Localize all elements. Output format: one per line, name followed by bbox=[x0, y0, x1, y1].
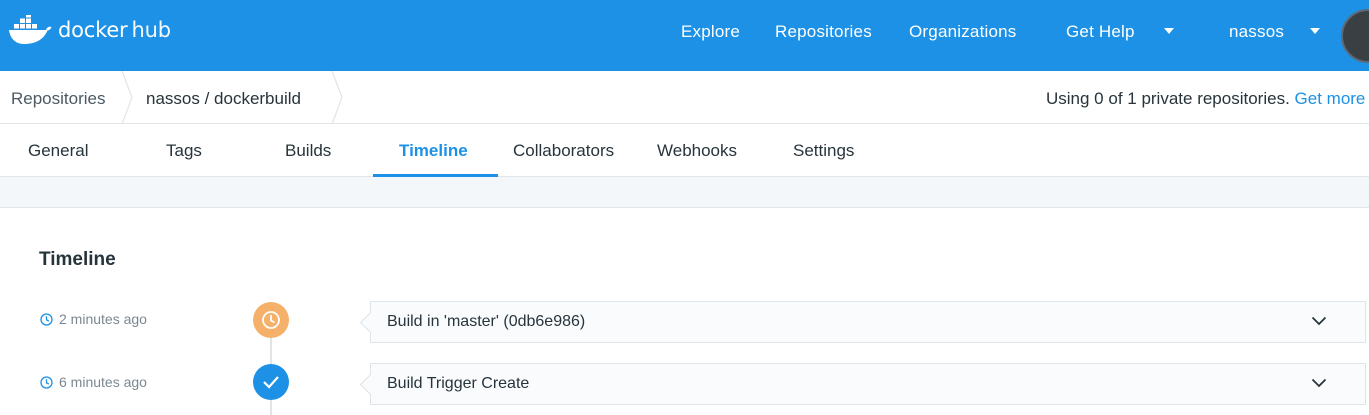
private-repo-usage: Using 0 of 1 private repositories. Get m… bbox=[1046, 89, 1365, 109]
event-status-success bbox=[253, 364, 289, 400]
clock-icon bbox=[262, 311, 280, 329]
nav-repositories[interactable]: Repositories bbox=[775, 22, 872, 42]
breadcrumb-repositories[interactable]: Repositories bbox=[11, 89, 106, 109]
event-time: 2 minutes ago bbox=[40, 311, 147, 327]
top-navbar: docker hub Explore Repositories Organizat… bbox=[0, 0, 1369, 71]
logo-text: docker hub bbox=[58, 18, 171, 42]
tab-general[interactable]: General bbox=[28, 141, 88, 161]
nav-organizations[interactable]: Organizations bbox=[909, 22, 1017, 42]
clock-icon bbox=[40, 312, 53, 326]
breadcrumb-current-repo: nassos / dockerbuild bbox=[146, 89, 301, 108]
get-help-chevron-down-icon[interactable] bbox=[1164, 28, 1174, 34]
event-card[interactable]: Build Trigger Create bbox=[370, 363, 1366, 405]
check-icon bbox=[263, 376, 279, 389]
tab-webhooks[interactable]: Webhooks bbox=[657, 141, 737, 161]
tab-settings[interactable]: Settings bbox=[793, 141, 854, 161]
event-status-pending bbox=[253, 302, 289, 338]
event-time-text: 2 minutes ago bbox=[59, 311, 147, 327]
section-title: Timeline bbox=[39, 249, 116, 270]
tab-tags[interactable]: Tags bbox=[166, 141, 202, 161]
nav-get-help[interactable]: Get Help bbox=[1066, 22, 1135, 42]
avatar[interactable] bbox=[1341, 9, 1369, 63]
nav-explore[interactable]: Explore bbox=[681, 22, 740, 42]
breadcrumb-separator-icon bbox=[121, 71, 133, 124]
content-header-band bbox=[0, 177, 1369, 208]
get-more-link[interactable]: Get more bbox=[1295, 89, 1366, 108]
usage-text: Using 0 of 1 private repositories. bbox=[1046, 89, 1290, 108]
docker-whale-icon bbox=[9, 15, 52, 44]
expand-chevron-down-icon[interactable] bbox=[1311, 316, 1327, 326]
tab-timeline[interactable]: Timeline bbox=[399, 141, 468, 161]
clock-icon bbox=[40, 375, 53, 389]
breadcrumb-separator-icon bbox=[331, 71, 343, 124]
event-description: Build in 'master' (0db6e986) bbox=[387, 313, 586, 330]
expand-chevron-down-icon[interactable] bbox=[1311, 378, 1327, 388]
event-card[interactable]: Build in 'master' (0db6e986) bbox=[370, 301, 1366, 343]
event-time-text: 6 minutes ago bbox=[59, 374, 147, 390]
tab-builds[interactable]: Builds bbox=[285, 141, 331, 161]
docker-hub-logo[interactable]: docker hub bbox=[8, 13, 171, 47]
user-menu-chevron-down-icon[interactable] bbox=[1310, 28, 1320, 34]
event-description: Build Trigger Create bbox=[387, 375, 530, 392]
nav-user-menu[interactable]: nassos bbox=[1229, 22, 1284, 42]
tab-collaborators[interactable]: Collaborators bbox=[513, 141, 614, 161]
repo-tabs: General Tags Builds Timeline Collaborato… bbox=[0, 124, 1369, 177]
event-time: 6 minutes ago bbox=[40, 374, 147, 390]
breadcrumb: Repositories nassos / dockerbuild Using … bbox=[0, 71, 1369, 124]
